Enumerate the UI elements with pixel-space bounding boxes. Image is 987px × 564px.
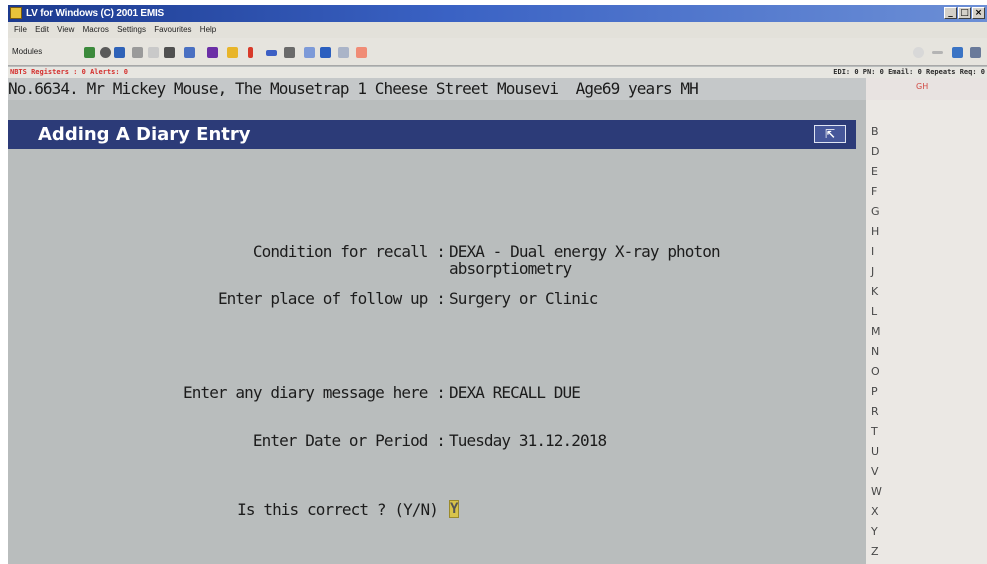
alphabet-letter-n[interactable]: N <box>871 345 885 359</box>
modules-button[interactable]: Modules <box>12 46 42 58</box>
maximize-button[interactable]: □ <box>958 7 971 19</box>
alert-icon[interactable] <box>248 47 253 58</box>
menu-bar: File Edit View Macros Settings Favourite… <box>8 22 987 38</box>
confirm-input[interactable]: Y <box>449 500 459 518</box>
place-value[interactable]: Surgery or Clinic <box>449 289 598 308</box>
alphabet-letter-k[interactable]: K <box>871 285 885 299</box>
app-icon <box>10 7 22 19</box>
place-label: Enter place of follow up : <box>217 289 446 308</box>
screen-header: Adding A Diary Entry ⇱ <box>8 120 856 149</box>
title-bar: LV for Windows (C) 2001 EMIS _ □ × <box>8 5 987 22</box>
exit-icon[interactable]: ⇱ <box>814 125 846 143</box>
folder-icon[interactable] <box>164 47 175 58</box>
alphabet-letter-h[interactable]: H <box>871 225 885 239</box>
alphabet-letter-j[interactable]: J <box>871 265 885 279</box>
toolbar: Modules <box>8 38 987 66</box>
document-icon[interactable] <box>148 47 159 58</box>
pen-icon[interactable] <box>184 47 195 58</box>
alphabet-index: B D E F G H I J K L M N O P R T U V W X … <box>866 100 987 564</box>
menu-macros[interactable]: Macros <box>83 22 109 38</box>
condition-value-continued[interactable]: absorptiometry <box>449 259 572 278</box>
emis-window: LV for Windows (C) 2001 EMIS _ □ × File … <box>8 5 987 564</box>
mail-icon[interactable] <box>356 47 367 58</box>
window-title: LV for Windows (C) 2001 EMIS <box>26 8 165 19</box>
alphabet-letter-v[interactable]: V <box>871 465 885 479</box>
alphabet-letter-g[interactable]: G <box>871 205 885 219</box>
book-icon[interactable] <box>114 47 125 58</box>
alphabet-header: GH <box>866 78 987 100</box>
menu-favourites[interactable]: Favourites <box>154 22 191 38</box>
confirm-value: Y <box>450 501 459 517</box>
menu-settings[interactable]: Settings <box>117 22 146 38</box>
alphabet-letter-i[interactable]: I <box>871 245 885 259</box>
alphabet-letter-b[interactable]: B <box>871 125 885 139</box>
alphabet-letter-r[interactable]: R <box>871 405 885 419</box>
alphabet-letter-d[interactable]: D <box>871 145 885 159</box>
chart-icon[interactable] <box>284 47 295 58</box>
record-icon[interactable] <box>100 47 111 58</box>
messages-status[interactable]: EDI: 0 PN: 0 Email: 0 Repeats Req: 0 <box>833 67 985 78</box>
diary-entry-form: Condition for recall : DEXA - Dual energ… <box>8 149 866 564</box>
back-arrow-icon[interactable] <box>932 51 943 54</box>
flask-icon[interactable] <box>207 47 218 58</box>
copy-icon[interactable] <box>132 47 143 58</box>
alphabet-header-label: GH <box>916 82 929 91</box>
note-icon[interactable] <box>338 47 349 58</box>
menu-edit[interactable]: Edit <box>35 22 49 38</box>
alphabet-letter-l[interactable]: L <box>871 305 885 319</box>
grid-icon[interactable] <box>304 47 315 58</box>
registers-alerts-status[interactable]: NBTS Registers : 0 Alerts: 0 <box>10 67 128 78</box>
confirm-label: Is this correct ? (Y/N) <box>237 500 439 519</box>
close-button[interactable]: × <box>972 7 985 19</box>
alphabet-letter-t[interactable]: T <box>871 425 885 439</box>
alphabet-letter-z[interactable]: Z <box>871 545 885 559</box>
dash-icon[interactable] <box>266 50 277 56</box>
alphabet-letter-o[interactable]: O <box>871 365 885 379</box>
star-icon[interactable] <box>227 47 238 58</box>
refresh-icon[interactable] <box>913 47 924 58</box>
alphabet-letter-u[interactable]: U <box>871 445 885 459</box>
menu-view[interactable]: View <box>57 22 74 38</box>
date-value[interactable]: Tuesday 31.12.2018 <box>449 431 607 450</box>
alphabet-letter-m[interactable]: M <box>871 325 885 339</box>
patient-bar: No.6634. Mr Mickey Mouse, The Mousetrap … <box>8 78 987 100</box>
calendar-icon[interactable] <box>320 47 331 58</box>
alphabet-letter-p[interactable]: P <box>871 385 885 399</box>
alphabet-letter-x[interactable]: X <box>871 505 885 519</box>
page-title: Adding A Diary Entry <box>38 124 251 145</box>
alphabet-letter-e[interactable]: E <box>871 165 885 179</box>
date-label: Enter Date or Period : <box>252 431 446 450</box>
condition-label: Condition for recall : <box>252 242 446 261</box>
settings-icon[interactable] <box>970 47 981 58</box>
patient-icon[interactable] <box>84 47 95 58</box>
alphabet-letter-w[interactable]: W <box>871 485 885 499</box>
message-value[interactable]: DEXA RECALL DUE <box>449 383 581 402</box>
minimize-button[interactable]: _ <box>944 7 957 19</box>
status-bar: NBTS Registers : 0 Alerts: 0 EDI: 0 PN: … <box>8 67 987 78</box>
alphabet-letter-f[interactable]: F <box>871 185 885 199</box>
alphabet-letter-y[interactable]: Y <box>871 525 885 539</box>
patient-details: No.6634. Mr Mickey Mouse, The Mousetrap … <box>8 79 699 98</box>
menu-file[interactable]: File <box>14 22 27 38</box>
menu-help[interactable]: Help <box>200 22 216 38</box>
save-icon[interactable] <box>952 47 963 58</box>
message-label: Enter any diary message here : <box>183 383 446 402</box>
